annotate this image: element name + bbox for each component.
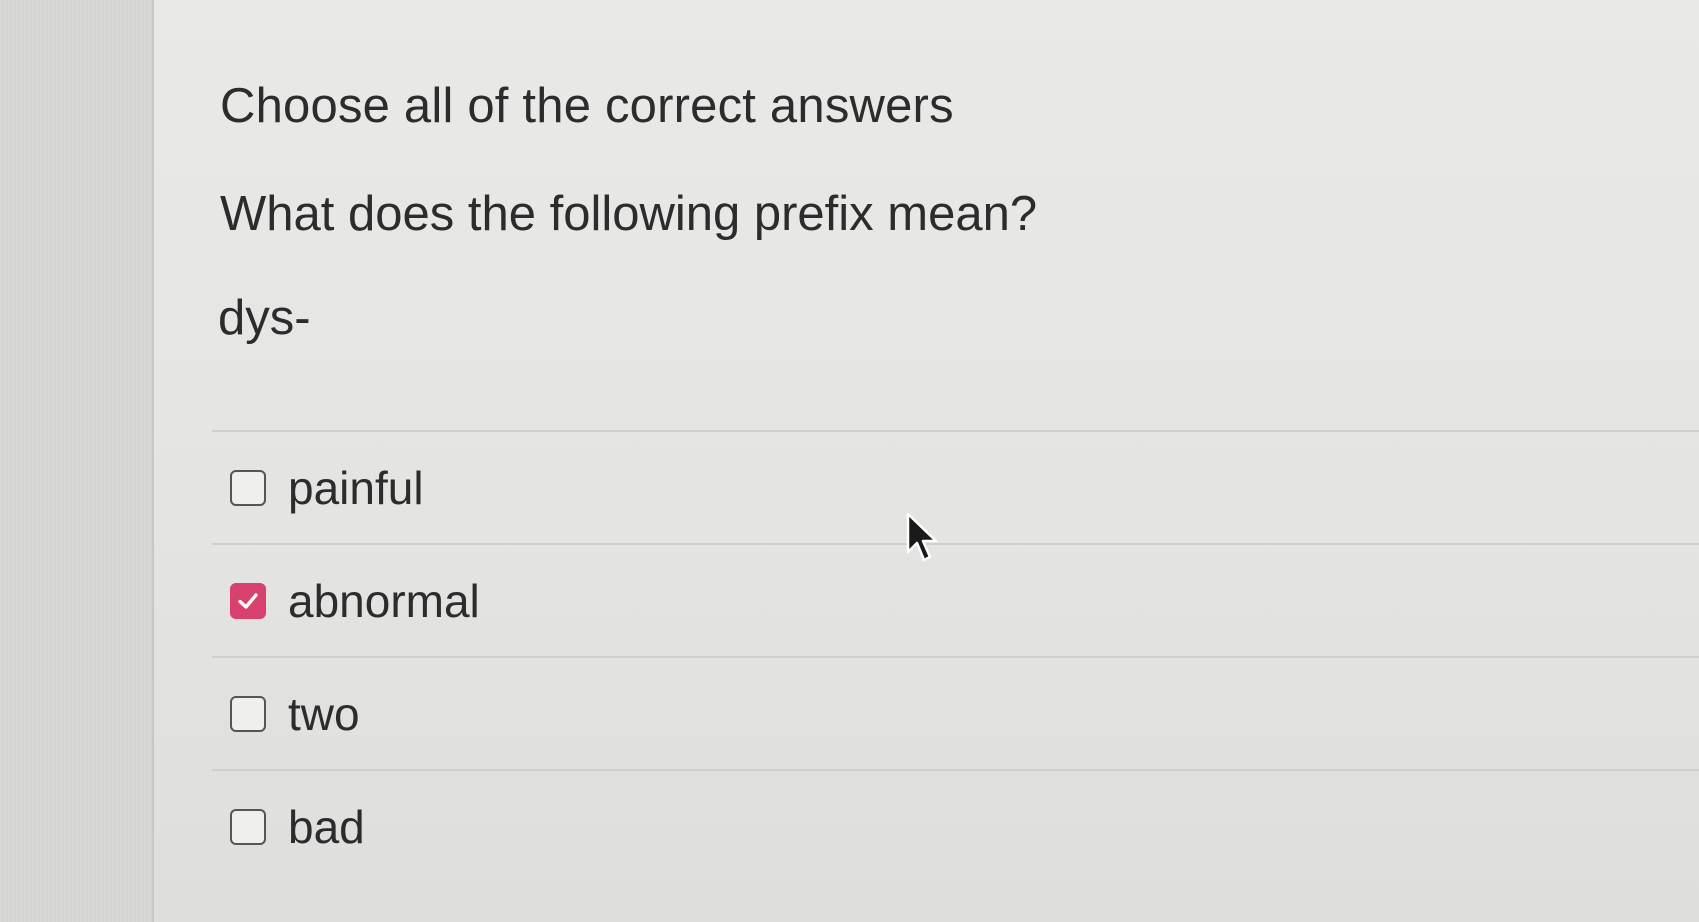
option-label-abnormal: abnormal <box>288 574 480 627</box>
checkbox-abnormal[interactable] <box>230 582 266 619</box>
checkbox-bad[interactable] <box>230 808 266 845</box>
question-instruction: Choose all of the correct answers <box>220 79 954 133</box>
quiz-page: Choose all of the correct answers What d… <box>0 0 1699 922</box>
option-painful[interactable]: painful <box>212 432 1699 543</box>
left-gutter <box>0 0 152 922</box>
question-term: dys- <box>218 291 311 345</box>
question-panel: Choose all of the correct answers What d… <box>212 0 1699 922</box>
checkbox-painful[interactable] <box>230 469 266 506</box>
answer-options: painful abnormal two bad <box>212 430 1699 882</box>
option-label-two: two <box>288 687 360 740</box>
option-abnormal[interactable]: abnormal <box>212 545 1699 656</box>
option-bad[interactable]: bad <box>212 771 1699 882</box>
option-label-bad: bad <box>288 800 365 853</box>
option-two[interactable]: two <box>212 658 1699 769</box>
checkmark-icon <box>238 592 258 609</box>
option-label-painful: painful <box>288 461 424 514</box>
checkbox-two[interactable] <box>230 695 266 732</box>
mouse-pointer-icon <box>906 512 938 562</box>
question-text: What does the following prefix mean? <box>220 187 1038 241</box>
gutter-divider <box>152 0 154 922</box>
